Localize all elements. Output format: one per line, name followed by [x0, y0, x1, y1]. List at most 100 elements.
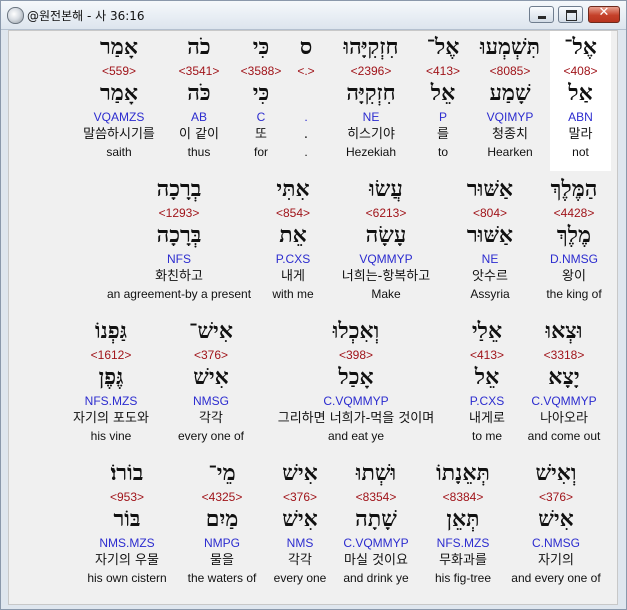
hebrew-word: אֵלַי	[471, 318, 503, 344]
korean-gloss: 너희는-항복하고	[341, 269, 431, 284]
parsing-code: ABN	[568, 110, 593, 124]
interlinear-word[interactable]: אָמַר <559> אָמַר VQAMZS 말씀하시기를 saith	[69, 31, 169, 171]
korean-gloss: 를	[437, 127, 449, 142]
verse-line-3: וּצְאוּ <3318> יָצָא C.VQMMYP 나아오라 and c…	[9, 315, 617, 455]
strongs-number: <2396>	[350, 64, 392, 78]
interlinear-word[interactable]: כֹה <3541> כֹּה AB 이 같이 thus	[169, 31, 229, 171]
interlinear-word[interactable]: אִישׁ־ <376> אִישׁ NMSG 각각 every one of	[171, 315, 251, 455]
hebrew-root: אֵל	[474, 364, 500, 390]
strongs-number: <8085>	[489, 64, 531, 78]
english-gloss: to	[437, 145, 448, 159]
close-button[interactable]: ✕	[588, 5, 620, 23]
interlinear-word[interactable]: עֲשׂוּ <6213> עָשָׂה VQMMYP 너희는-항복하고 Mak…	[329, 173, 443, 313]
minimize-icon	[538, 16, 546, 19]
interlinear-word[interactable]: חִזְקִיָּהוּ <2396> חִזְקִיָּה NE 히스기야 H…	[329, 31, 413, 171]
hebrew-root: אֵל	[430, 80, 456, 106]
verse-line-2: הַמֶּלֶךְ <4428> מֶלֶךְ D.NMSG 왕이 the ki…	[9, 173, 617, 313]
interlinear-word[interactable]: אֶל־ <413> אֵל P 를 to	[419, 31, 467, 171]
hebrew-root: עָשָׂה	[365, 222, 407, 248]
parsing-code: NE	[362, 110, 380, 124]
parsing-code: AB	[190, 110, 207, 124]
interlinear-word[interactable]: אִתִּי <854> אֵת P.CXS 내게 with me	[261, 173, 325, 313]
hebrew-root: שָׁתָה	[355, 506, 397, 532]
interlinear-word[interactable]: מֵי־ <4325> מַיִם NMPG 물을 the waters of	[181, 457, 263, 597]
strongs-number: <559>	[101, 64, 137, 78]
hebrew-word: מֵי־	[208, 460, 236, 486]
interlinear-word[interactable]: בוֹרוֹ׃ <953> בּוֹר NMS.MZS 자기의 우물 his o…	[77, 457, 177, 597]
interlinear-word[interactable]: אֶל־ <408> אַל ABN 말라 not	[550, 31, 611, 171]
hebrew-root: אַשּׁוּר	[466, 222, 514, 248]
interlinear-word[interactable]: בְרָכָה <1293> בְּרָכָה NFS 화친하고 an agre…	[99, 173, 259, 313]
hebrew-word: תִּשְׁמְעוּ	[479, 34, 541, 60]
interlinear-word[interactable]: ס <.> . . .	[285, 31, 327, 171]
parsing-code: D.NMSG	[550, 252, 598, 266]
interlinear-word[interactable]: אֵלַי <413> אֵל P.CXS 내게로 to me	[459, 315, 515, 455]
parsing-code: C.NMSG	[532, 536, 580, 550]
interlinear-word[interactable]: כִּי <3588> כִּי C 또 for	[235, 31, 287, 171]
strongs-number: <3541>	[178, 64, 220, 78]
hebrew-root: אַל	[568, 80, 593, 106]
parsing-code: NMS.MZS	[99, 536, 155, 550]
hebrew-word: בְרָכָה	[156, 176, 202, 202]
korean-gloss: 이 같이	[178, 127, 219, 142]
hebrew-word: עֲשׂוּ	[369, 176, 403, 202]
english-gloss: the king of	[546, 287, 602, 301]
english-gloss: his own cistern	[87, 571, 167, 585]
parsing-code: NE	[481, 252, 499, 266]
english-gloss: and every one of	[511, 571, 601, 585]
parsing-code: NMPG	[204, 536, 240, 550]
strongs-number: <3588>	[240, 64, 282, 78]
verse-line-4: וְאִישׁ <376> אִישׁ C.NMSG 자기의 and every…	[9, 457, 617, 597]
english-gloss: and drink ye	[343, 571, 409, 585]
hebrew-word: ס	[299, 34, 313, 60]
strongs-number: <413>	[469, 348, 505, 362]
english-gloss: Hezekiah	[345, 145, 397, 159]
title-bar[interactable]: @원전본해 - 사 36:16 ✕	[1, 1, 626, 30]
english-gloss: his vine	[90, 429, 132, 443]
maximize-button[interactable]	[558, 6, 583, 23]
hebrew-root: בְּרָכָה	[156, 222, 202, 248]
hebrew-root: כֹּה	[187, 80, 211, 106]
english-gloss: every one	[273, 571, 327, 585]
english-gloss: .	[304, 145, 308, 159]
hebrew-word: וְאִכְלוּ	[332, 318, 380, 344]
hebrew-word: אֶל־	[564, 34, 597, 60]
app-icon[interactable]	[7, 7, 24, 24]
korean-gloss: 자기의	[538, 553, 574, 568]
hebrew-word: כֹה	[187, 34, 211, 60]
minimize-button[interactable]	[529, 6, 554, 23]
parsing-code: VQMMYP	[359, 252, 413, 266]
strongs-number: <1612>	[90, 348, 132, 362]
interlinear-word[interactable]: אִישׁ <376> אִישׁ NMS 각각 every one	[267, 457, 333, 597]
english-gloss: and come out	[527, 429, 601, 443]
korean-gloss: 마실 것이요	[344, 553, 408, 568]
strongs-number: <398>	[338, 348, 374, 362]
strongs-number: <3318>	[543, 348, 585, 362]
hebrew-root: אִישׁ	[282, 506, 318, 532]
interlinear-word[interactable]: וְאִישׁ <376> אִישׁ C.NMSG 자기의 and every…	[503, 457, 609, 597]
maximize-icon	[566, 10, 577, 21]
strongs-number: <408>	[563, 64, 598, 78]
interlinear-word[interactable]: אַשּׁוּר <804> אַשּׁוּר NE 앗수르 Assyria	[455, 173, 525, 313]
hebrew-root: יָצָא	[548, 364, 580, 390]
interlinear-word[interactable]: וּצְאוּ <3318> יָצָא C.VQMMYP 나아오라 and c…	[519, 315, 609, 455]
korean-gloss: 내게로	[469, 411, 505, 426]
hebrew-word: וּצְאוּ	[545, 318, 583, 344]
parsing-code: NFS.MZS	[436, 536, 490, 550]
english-gloss: Assyria	[470, 287, 510, 301]
hebrew-word: וְאִישׁ	[535, 460, 577, 486]
interlinear-word[interactable]: וּשְׁתוּ <8354> שָׁתָה C.VQMMYP 마실 것이요 a…	[333, 457, 419, 597]
interlinear-panel[interactable]: אֶל־ <408> אַל ABN 말라 not תִּשְׁמְעוּ <8…	[8, 30, 618, 605]
interlinear-word[interactable]: הַמֶּלֶךְ <4428> מֶלֶךְ D.NMSG 왕이 the ki…	[539, 173, 609, 313]
interlinear-word[interactable]: תְּאֵנָתוֹ <8384> תְּאֵן NFS.MZS 무화과를 hi…	[423, 457, 503, 597]
interlinear-word[interactable]: גַּפְנוֹ <1612> גֶּפֶן NFS.MZS 자기의 포도와 h…	[61, 315, 161, 455]
parsing-code: C.VQMMYP	[323, 394, 389, 408]
parsing-code: VQAMZS	[93, 110, 145, 124]
strongs-number: <4325>	[201, 490, 243, 504]
hebrew-word: אָמַר	[100, 34, 138, 60]
korean-gloss: 무화과를	[439, 553, 487, 568]
hebrew-word: כִּי	[252, 34, 270, 60]
korean-gloss: 화친하고	[155, 269, 203, 284]
interlinear-word[interactable]: תִּשְׁמְעוּ <8085> שָׁמַע VQIMYP 청종치 Hea…	[476, 31, 544, 171]
interlinear-word[interactable]: וְאִכְלוּ <398> אָכַל C.VQMMYP 그리하면 너희가-…	[261, 315, 451, 455]
